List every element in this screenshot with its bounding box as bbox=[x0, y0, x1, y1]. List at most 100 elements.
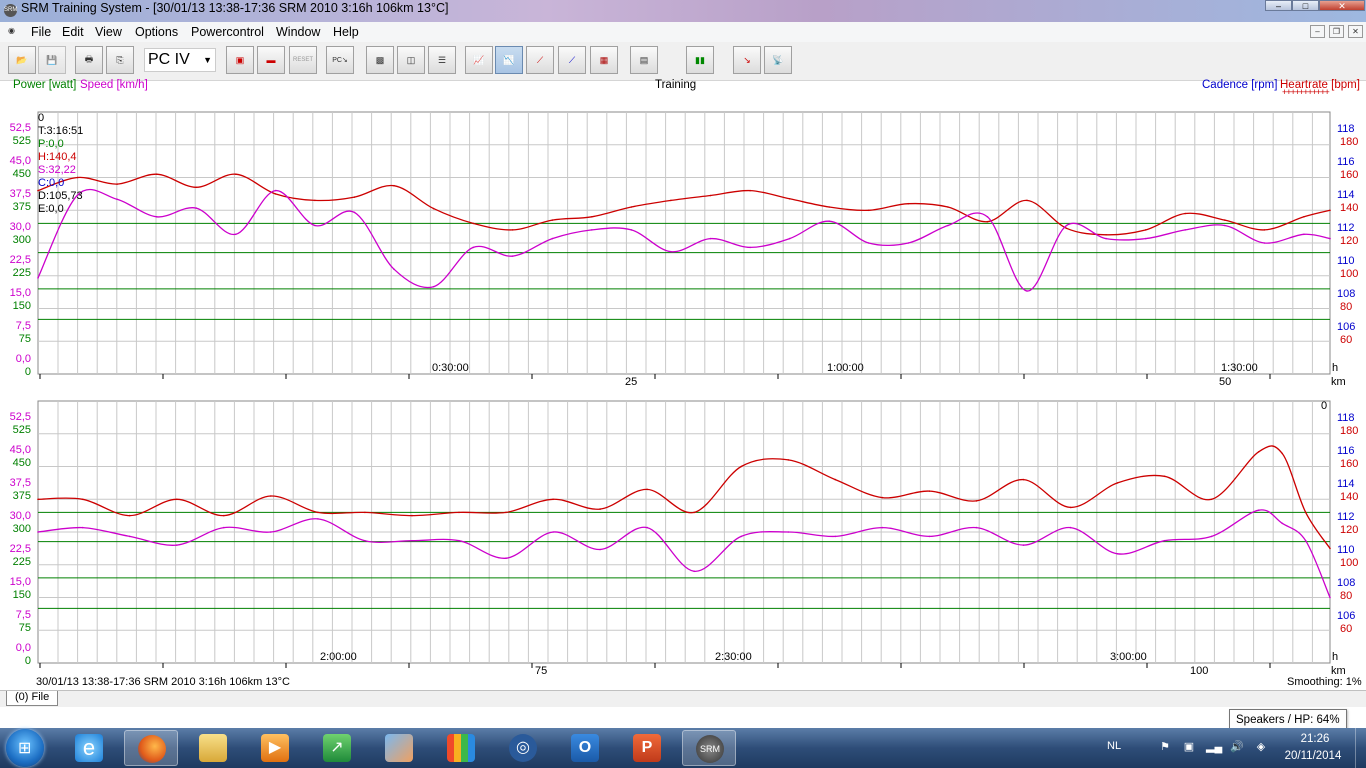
document-icon[interactable]: ◉ bbox=[4, 25, 19, 38]
heartrate-point bbox=[314, 199, 316, 202]
pc-su-button[interactable]: PC↘ bbox=[326, 46, 354, 74]
taskbar-media-player[interactable]: ▶ bbox=[248, 730, 302, 766]
close-button[interactable]: ✕ bbox=[1319, 0, 1365, 11]
cadence-tick-label: 118 bbox=[1337, 412, 1355, 424]
power-tick-label: 375 bbox=[13, 201, 31, 213]
menu-options[interactable]: Options bbox=[135, 25, 178, 39]
heartrate-point bbox=[1281, 452, 1283, 455]
window-layout-button[interactable]: ▩ bbox=[366, 46, 394, 74]
heartrate-point bbox=[551, 219, 554, 221]
maximize-button[interactable]: □ bbox=[1292, 0, 1319, 11]
heartrate-point bbox=[505, 511, 507, 514]
speed-point bbox=[223, 526, 225, 529]
readout-cadence: C:0,0 bbox=[38, 177, 65, 189]
menu-file[interactable]: File bbox=[31, 25, 51, 39]
cadence-tick-label: 114 bbox=[1337, 478, 1355, 490]
taskbar-picture-viewer[interactable] bbox=[372, 730, 426, 766]
speaker-icon[interactable]: 🔊 bbox=[1230, 740, 1244, 754]
menu-window[interactable]: Window bbox=[276, 25, 320, 39]
heartrate-point bbox=[511, 229, 514, 231]
wireless-button[interactable]: 📡 bbox=[764, 46, 792, 74]
device-icon[interactable]: ▣ bbox=[1182, 740, 1196, 754]
minimize-button[interactable]: – bbox=[1265, 0, 1292, 11]
readout-speed: S:32,22 bbox=[38, 164, 76, 176]
clock-time[interactable]: 21:26 bbox=[1285, 733, 1345, 745]
graph-heartrate-button[interactable]: ⟋ bbox=[526, 46, 554, 74]
show-desktop-button[interactable] bbox=[1355, 728, 1366, 768]
flag-icon[interactable]: ⚑ bbox=[1158, 740, 1172, 754]
heartrate-tick-label: 120 bbox=[1340, 235, 1358, 247]
graph-speed-button[interactable]: 📉 bbox=[495, 46, 523, 74]
taskbar-srm[interactable]: SRM bbox=[682, 730, 736, 766]
chart-area[interactable]: 52,5 525 45,0 450 37,5 375 30,0 300 22,5 225 15,0 1… bbox=[0, 95, 1366, 677]
file-tab[interactable]: (0) File bbox=[6, 691, 59, 706]
open-button[interactable]: 📂 bbox=[8, 46, 36, 74]
taskbar-file-explorer[interactable] bbox=[186, 730, 240, 766]
graph-power-button[interactable]: 📈 bbox=[465, 46, 493, 74]
speed-point bbox=[1329, 596, 1331, 599]
device-select[interactable]: PC IV ▼ bbox=[144, 48, 216, 72]
speed-point bbox=[1210, 535, 1213, 538]
windows-logo-icon: ⊞ bbox=[18, 740, 32, 757]
split-horizontal-button[interactable]: ☰ bbox=[428, 46, 456, 74]
readout-index: 0 bbox=[38, 112, 45, 124]
analysis-button[interactable]: ↘ bbox=[733, 46, 761, 74]
split-vertical-button[interactable]: ◫ bbox=[397, 46, 425, 74]
copy-button[interactable]: ⎘ bbox=[106, 46, 134, 74]
taskbar-powerpoint[interactable]: P bbox=[620, 730, 674, 766]
taskbar-office[interactable] bbox=[434, 730, 488, 766]
print-button[interactable]: 🖶 bbox=[75, 46, 103, 74]
cadence-tick-label: 106 bbox=[1337, 321, 1355, 333]
heartrate-point bbox=[1022, 478, 1025, 481]
taskbar-internet-explorer[interactable]: e bbox=[62, 730, 116, 766]
graph-zones-icon: ▤ bbox=[639, 54, 649, 65]
heartrate-point bbox=[1224, 219, 1226, 221]
graph-zones-button[interactable]: ▤ bbox=[630, 46, 658, 74]
start-button[interactable]: ⊞ bbox=[6, 729, 44, 767]
taskbar-network[interactable]: ◎ bbox=[496, 730, 550, 766]
heartrate-point bbox=[1163, 475, 1166, 478]
menu-edit[interactable]: Edit bbox=[62, 25, 84, 39]
speed-point bbox=[551, 237, 554, 240]
time-axis-label: 1:00:00 bbox=[827, 362, 864, 374]
heartrate-tick-label: 160 bbox=[1340, 169, 1358, 181]
heartrate-point bbox=[1303, 216, 1305, 218]
menu-bar: ◉ File Edit View Options Powercontrol Wi… bbox=[0, 22, 1366, 42]
language-indicator[interactable]: NL bbox=[1107, 740, 1121, 752]
clock-date[interactable]: 20/11/2014 bbox=[1278, 750, 1348, 762]
speed-point bbox=[1069, 526, 1072, 529]
taskbar-project[interactable]: ↗ bbox=[310, 730, 364, 766]
speed-tick-label: 22,5 bbox=[10, 254, 31, 266]
menu-powercontrol[interactable]: Powercontrol bbox=[191, 25, 264, 39]
pc-transfer-button[interactable]: ▣ bbox=[226, 46, 254, 74]
cadence-tick-label: 112 bbox=[1337, 222, 1355, 234]
mdi-restore-button[interactable]: ❐ bbox=[1329, 25, 1344, 38]
heartrate-tick-label: 160 bbox=[1340, 458, 1358, 470]
powermeter-button[interactable]: ▬ bbox=[257, 46, 285, 74]
mdi-close-button[interactable]: ✕ bbox=[1348, 25, 1363, 38]
power-tick-label: 75 bbox=[19, 622, 31, 634]
heartrate-point bbox=[928, 490, 931, 492]
copy-icon: ⎘ bbox=[116, 54, 124, 65]
speed-point bbox=[1281, 522, 1283, 525]
menu-view[interactable]: View bbox=[95, 25, 122, 39]
speed-axis-label: Speed [km/h] bbox=[80, 79, 148, 91]
training-charts[interactable]: 52,552545,045037,537530,030022,522515,01… bbox=[0, 95, 1366, 677]
speed-point bbox=[630, 229, 633, 231]
srm-logo-icon[interactable]: SRM bbox=[4, 4, 17, 17]
save-button[interactable]: 💾 bbox=[38, 46, 66, 74]
srm-icon: SRM bbox=[696, 735, 724, 763]
taskbar-outlook[interactable]: O bbox=[558, 730, 612, 766]
dropbox-icon[interactable]: ◈ bbox=[1254, 740, 1268, 754]
speed-point bbox=[1263, 242, 1266, 244]
reset-button[interactable]: RESET bbox=[289, 46, 317, 74]
menu-help[interactable]: Help bbox=[333, 25, 359, 39]
signal-icon[interactable]: ▂▄ bbox=[1206, 740, 1222, 754]
mdi-minimize-button[interactable]: – bbox=[1310, 25, 1325, 38]
readout-heartrate: H:140,4 bbox=[38, 151, 77, 163]
graph-bars-button[interactable]: ▦ bbox=[590, 46, 618, 74]
taskbar-firefox[interactable] bbox=[124, 730, 178, 766]
graph-cadence-button[interactable]: ⟋ bbox=[558, 46, 586, 74]
window-title: SRM Training System - [30/01/13 13:38-17… bbox=[21, 1, 449, 15]
statistics-button[interactable]: ▮▮ bbox=[686, 46, 714, 74]
